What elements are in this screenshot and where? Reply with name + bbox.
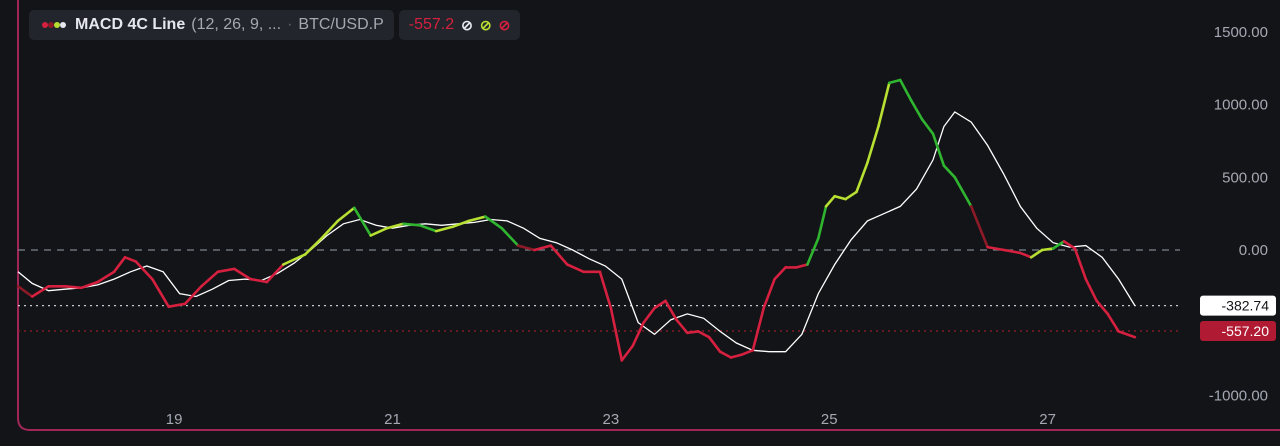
eye-off-icon[interactable]: ⊘ — [480, 17, 492, 34]
macd-line-segment — [620, 344, 635, 362]
price-tag-label: -557.20 — [1222, 323, 1270, 339]
x-tick-label: 19 — [166, 411, 183, 428]
y-tick-label: 1000.00 — [1214, 97, 1268, 114]
symbol-label: BTC/USD.P — [298, 16, 384, 33]
macd-line-segment — [549, 244, 569, 266]
macd-line-segment — [533, 244, 553, 252]
macd-line-segment — [898, 78, 913, 102]
y-tick-label: 500.00 — [1222, 169, 1268, 186]
macd-line-segment — [844, 190, 858, 201]
macd-line-segment — [696, 330, 711, 339]
macd-line-segment — [762, 277, 776, 310]
macd-line-segment — [500, 226, 520, 247]
macd-line-segment — [216, 267, 236, 274]
macd-line-segment — [232, 267, 252, 281]
macd-line-segment — [806, 237, 820, 266]
macd-line-segment — [609, 306, 624, 362]
price-tag-label: -382.74 — [1222, 298, 1270, 314]
macd-line-segment — [729, 353, 744, 359]
macd-line-segment — [16, 284, 34, 298]
indicator-legend: MACD 4C Line (12, 26, 9, ... · BTC/USD.P… — [29, 10, 521, 40]
signal-line — [17, 111, 1136, 353]
indicator-title: MACD 4C Line — [75, 16, 186, 33]
macd-line-segment — [866, 125, 880, 165]
macd-line-segment — [167, 302, 187, 309]
macd-line-segment — [986, 245, 1006, 252]
macd-line-segment — [795, 263, 809, 269]
macd-line-segment — [565, 263, 585, 274]
macd-line-segment — [1095, 299, 1109, 316]
legend-values-box: -557.2 ⊘ ⊘ ⊘ — [398, 10, 521, 40]
x-tick-label: 27 — [1039, 411, 1056, 428]
macd-line-segment — [483, 215, 504, 230]
macd-line-segment — [265, 263, 285, 284]
y-tick-label: 0.00 — [1239, 242, 1268, 259]
macd-line-segment — [598, 270, 613, 310]
macd-line-segment — [30, 284, 50, 298]
macd-line-segment — [112, 255, 127, 274]
macd-line-segment — [920, 117, 935, 136]
macd-line-segment — [631, 321, 645, 348]
macd-value: -557.2 — [408, 16, 455, 33]
macd-line-segment — [707, 335, 722, 354]
indicator-params: (12, 26, 9, ... — [191, 16, 282, 33]
x-tick-label: 21 — [384, 411, 401, 428]
macd-line-segment — [942, 164, 957, 179]
macd-line-segment — [740, 348, 755, 356]
macd-line-segment — [653, 299, 667, 310]
chart-canvas[interactable]: 1500.00 1000.00 500.00 0.00 -1000.00 19 21 23 25… — [0, 0, 1280, 446]
macd-chart[interactable]: 1500.00 1000.00 500.00 0.00 -1000.00 19 21 23 25… — [0, 0, 1280, 446]
legend-title-box[interactable]: MACD 4C Line (12, 26, 9, ... · BTC/USD.P — [29, 10, 394, 40]
macd-line-segment — [369, 226, 389, 237]
y-tick-label: 1500.00 — [1214, 24, 1268, 41]
macd-line-segment — [336, 206, 356, 223]
eye-off-icon[interactable]: ⊘ — [461, 17, 473, 34]
macd-line-segment — [685, 330, 700, 335]
macd-line-segment — [887, 78, 902, 85]
macd-line-segment — [434, 225, 454, 233]
macd-line-segment — [664, 299, 678, 322]
four-color-dots-icon — [42, 22, 66, 28]
macd-line-segment — [1018, 251, 1033, 259]
macd-line-segment — [418, 224, 438, 233]
macd-line-segment — [833, 194, 847, 201]
macd-line-segment — [773, 266, 787, 281]
macd-line-segment — [824, 194, 837, 208]
macd-line-segment — [751, 306, 766, 352]
macd-line-segment — [1084, 277, 1098, 303]
macd-line-segment — [953, 176, 973, 208]
macd-line-segment — [1106, 312, 1120, 333]
macd-line-segment — [909, 99, 924, 121]
macd-line-segment — [151, 277, 170, 309]
macd-line-segment — [1117, 330, 1137, 339]
remove-icon[interactable]: ⊘ — [499, 17, 511, 34]
chart-frame — [17, 0, 1280, 431]
macd-line-segment — [642, 306, 656, 324]
macd-line-segment — [718, 350, 733, 359]
y-tick-label: -1000.00 — [1209, 387, 1268, 404]
macd-line-segment — [931, 132, 946, 167]
macd-line-segment — [969, 205, 989, 249]
x-tick-label: 25 — [821, 411, 838, 428]
macd-line-segment — [816, 205, 828, 240]
x-tick-label: 23 — [603, 411, 620, 428]
macd-line-segment — [855, 161, 869, 194]
macd-line-segment — [1073, 247, 1088, 281]
macd-line-segment — [63, 284, 83, 290]
macd-line-segment — [303, 237, 323, 256]
macd-line-segment — [402, 222, 422, 227]
macd-line-segment — [352, 206, 373, 237]
macd-line-segment — [200, 270, 220, 288]
macd-line-segment — [516, 244, 536, 252]
macd-line-segment — [877, 81, 891, 128]
macd-line-segment — [123, 255, 138, 263]
macd-line-segment — [1040, 247, 1055, 252]
separator-dot: · — [287, 16, 293, 33]
macd-line-segment — [134, 260, 154, 281]
macd-line-segment — [1029, 248, 1044, 259]
macd-line-segment — [1002, 248, 1022, 255]
